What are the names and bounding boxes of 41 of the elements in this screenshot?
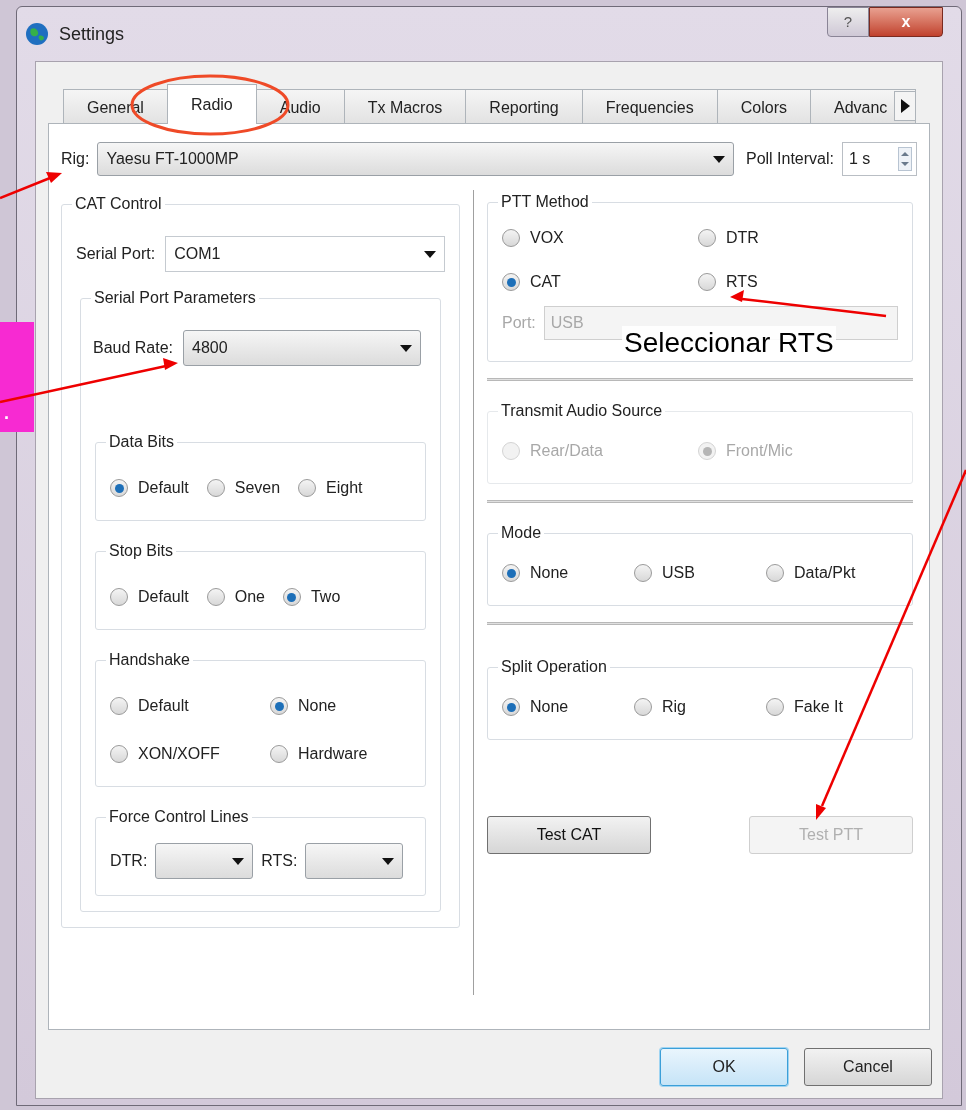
radio-label: Hardware	[298, 744, 368, 764]
radio-label: None	[298, 696, 337, 716]
port-label: Port:	[502, 313, 536, 333]
group-title: CAT Control	[74, 194, 163, 214]
radio-label: CAT	[530, 272, 561, 292]
group-title: Data Bits	[108, 432, 175, 452]
serial-port-label: Serial Port:	[76, 244, 156, 264]
group-title: PTT Method	[500, 192, 590, 212]
control-line-label: DTR:	[110, 851, 148, 871]
radio-label: Rig	[662, 697, 686, 717]
rig-label: Rig:	[61, 149, 90, 169]
radio-label: Seven	[234, 478, 281, 498]
radio-label: Fake It	[794, 697, 843, 717]
note-text: .	[4, 404, 9, 422]
radio-label: DTR	[726, 228, 759, 248]
radio-label: None	[530, 697, 569, 717]
group-title: Mode	[500, 523, 543, 543]
group-title: Split Operation	[500, 657, 608, 677]
radio-label: RTS	[726, 272, 758, 292]
group-title: Handshake	[108, 650, 191, 670]
group-title: Stop Bits	[108, 541, 175, 561]
group-title: Transmit Audio Source	[500, 401, 664, 421]
radio-label: None	[530, 563, 569, 583]
radio-label: Rear/Data	[530, 441, 603, 461]
group-title: Serial Port Parameters	[93, 288, 257, 308]
window-title: Settings	[59, 22, 125, 46]
control-line-label: RTS:	[261, 851, 298, 871]
radio-label: Two	[310, 587, 341, 607]
radio-label: Eight	[326, 478, 363, 498]
radio-label: VOX	[530, 228, 564, 248]
radio-label: Front/Mic	[726, 441, 793, 461]
baud-rate-label: Baud Rate:	[93, 338, 174, 358]
poll-interval-label: Poll Interval:	[745, 149, 834, 169]
radio-label: Default	[138, 478, 189, 498]
radio-label: Default	[138, 587, 189, 607]
radio-label: XON/XOFF	[138, 744, 220, 764]
radio-label: Default	[138, 696, 189, 716]
radio-label: USB	[662, 563, 695, 583]
radio-label: Data/Pkt	[794, 563, 856, 583]
radio-label: One	[234, 587, 265, 607]
group-title: Force Control Lines	[108, 807, 250, 827]
